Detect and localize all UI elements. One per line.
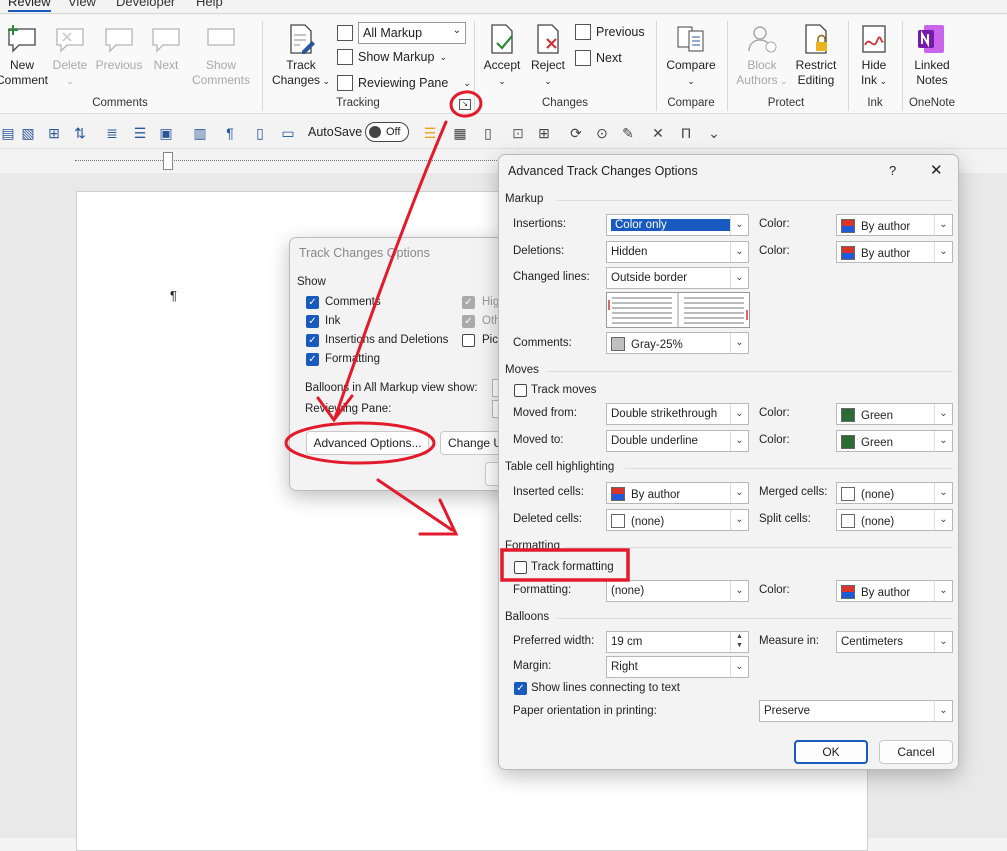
annotation-box-track-formatting bbox=[500, 548, 630, 582]
annotation-arrowhead bbox=[316, 394, 354, 423]
annotation-circle-launcher bbox=[449, 90, 483, 118]
annotation-arrow-to-advanced bbox=[333, 120, 448, 420]
annotation-ellipse-advanced bbox=[284, 421, 436, 465]
annotation-overlay bbox=[284, 90, 630, 582]
